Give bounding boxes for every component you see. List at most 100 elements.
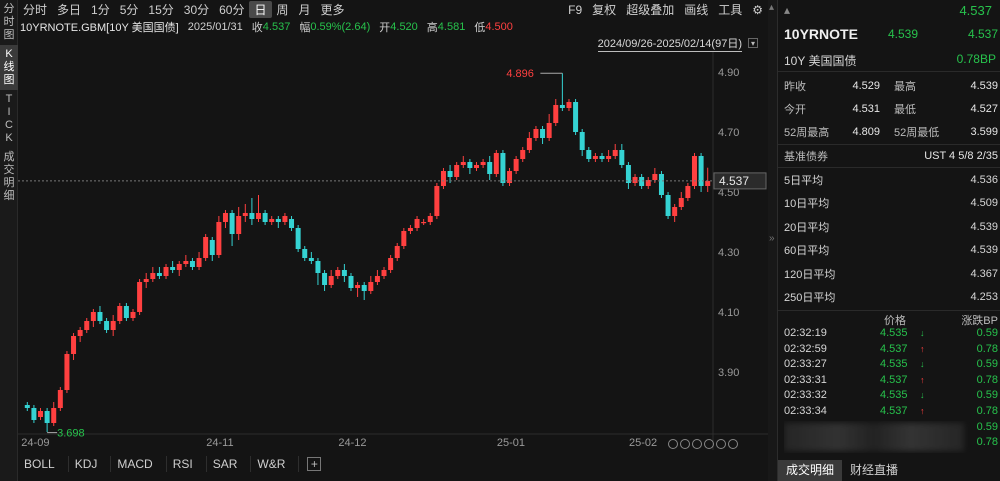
candle-body[interactable] bbox=[289, 219, 295, 228]
zoom-control-icon[interactable] bbox=[704, 439, 714, 449]
candle-body[interactable] bbox=[658, 174, 664, 195]
candle-body[interactable] bbox=[619, 150, 625, 165]
candle-body[interactable] bbox=[672, 207, 678, 216]
candle-body[interactable] bbox=[467, 162, 473, 168]
candle-body[interactable] bbox=[163, 267, 169, 276]
period-tab-4[interactable]: 15分 bbox=[143, 1, 178, 18]
candle-body[interactable] bbox=[526, 138, 532, 150]
zoom-control-icon[interactable] bbox=[716, 439, 726, 449]
candle-body[interactable] bbox=[632, 177, 638, 183]
candle-body[interactable] bbox=[414, 219, 420, 228]
candle-body[interactable] bbox=[249, 213, 255, 219]
candle-body[interactable] bbox=[612, 150, 618, 156]
candle-body[interactable] bbox=[90, 312, 96, 321]
candle-body[interactable] bbox=[705, 180, 711, 186]
candle-body[interactable] bbox=[546, 123, 552, 138]
candle-body[interactable] bbox=[308, 258, 314, 261]
candle-body[interactable] bbox=[222, 213, 228, 222]
tick-row[interactable]: 02:33:32 4.535 ↓ 0.59 bbox=[784, 388, 998, 404]
candle-body[interactable] bbox=[639, 177, 645, 186]
tick-row[interactable]: 02:33:31 4.537 ↑ 0.78 bbox=[784, 373, 998, 389]
candle-body[interactable] bbox=[143, 279, 149, 282]
candle-body[interactable] bbox=[652, 174, 658, 180]
indicator-tab-0[interactable]: BOLL bbox=[18, 456, 69, 472]
period-tab-0[interactable]: 分时 bbox=[18, 1, 52, 18]
zoom-control-icon[interactable] bbox=[680, 439, 690, 449]
candle-body[interactable] bbox=[480, 162, 486, 165]
candle-body[interactable] bbox=[282, 216, 288, 222]
rail-tab-1[interactable]: K线图 bbox=[0, 45, 18, 90]
candle-body[interactable] bbox=[566, 102, 572, 108]
tick-row[interactable]: 02:32:19 4.535 ↓ 0.59 bbox=[784, 326, 998, 342]
candle-body[interactable] bbox=[454, 165, 460, 177]
collapse-arrow-icon[interactable]: » bbox=[769, 233, 775, 244]
candle-body[interactable] bbox=[388, 258, 394, 270]
zoom-control-icon[interactable] bbox=[668, 439, 678, 449]
candle-body[interactable] bbox=[513, 159, 519, 171]
rail-tab-2[interactable]: TICK bbox=[0, 90, 18, 148]
candle-body[interactable] bbox=[295, 228, 301, 249]
candle-body[interactable] bbox=[84, 321, 90, 330]
indicator-tab-3[interactable]: RSI bbox=[167, 456, 207, 472]
tool-button-4[interactable]: 工具 bbox=[713, 1, 747, 18]
candle-body[interactable] bbox=[540, 129, 546, 138]
period-tab-1[interactable]: 多日 bbox=[52, 1, 86, 18]
candle-body[interactable] bbox=[401, 231, 407, 246]
candle-body[interactable] bbox=[573, 102, 579, 132]
candle-body[interactable] bbox=[665, 195, 671, 216]
candle-body[interactable] bbox=[381, 270, 387, 276]
candle-body[interactable] bbox=[57, 390, 63, 408]
gear-icon[interactable]: ⚙ bbox=[747, 3, 768, 17]
panel-collapse-strip[interactable]: ▴ » bbox=[768, 0, 777, 481]
candle-body[interactable] bbox=[315, 261, 321, 273]
candle-body[interactable] bbox=[460, 162, 466, 165]
candle-body[interactable] bbox=[440, 171, 446, 186]
candle-body[interactable] bbox=[341, 270, 347, 276]
candle-body[interactable] bbox=[44, 411, 50, 423]
candle-body[interactable] bbox=[322, 273, 328, 285]
candle-body[interactable] bbox=[64, 354, 70, 390]
candle-body[interactable] bbox=[592, 156, 598, 159]
candle-body[interactable] bbox=[678, 198, 684, 207]
candle-body[interactable] bbox=[685, 186, 691, 198]
candle-body[interactable] bbox=[242, 213, 248, 216]
rail-tab-0[interactable]: 分时图 bbox=[0, 0, 18, 45]
collapse-up-icon[interactable]: ▴ bbox=[769, 2, 774, 13]
panel-menu-icon[interactable]: ▴ bbox=[784, 3, 790, 17]
candle-body[interactable] bbox=[130, 312, 136, 318]
candle-body[interactable] bbox=[97, 312, 103, 321]
candle-body[interactable] bbox=[183, 261, 189, 264]
candle-body[interactable] bbox=[520, 150, 526, 159]
indicator-tab-5[interactable]: W&R bbox=[251, 456, 300, 472]
candle-body[interactable] bbox=[586, 150, 592, 159]
candle-body[interactable] bbox=[427, 216, 433, 222]
candle-body[interactable] bbox=[394, 246, 400, 258]
candle-body[interactable] bbox=[533, 129, 539, 138]
candle-body[interactable] bbox=[407, 228, 413, 231]
candle-body[interactable] bbox=[176, 264, 182, 270]
panel-tab-1[interactable]: 财经直播 bbox=[842, 460, 906, 481]
candle-body[interactable] bbox=[473, 165, 479, 168]
tick-row[interactable]: 02:33:27 4.535 ↓ 0.59 bbox=[784, 357, 998, 373]
candle-body[interactable] bbox=[625, 165, 631, 183]
candle-body[interactable] bbox=[24, 405, 30, 408]
period-tab-3[interactable]: 5分 bbox=[115, 1, 144, 18]
candle-body[interactable] bbox=[209, 240, 215, 255]
candle-body[interactable] bbox=[123, 306, 129, 318]
candle-body[interactable] bbox=[38, 411, 44, 417]
candle-body[interactable] bbox=[335, 270, 341, 276]
candle-body[interactable] bbox=[361, 285, 367, 291]
tick-row[interactable]: 02:32:59 4.537 ↑ 0.78 bbox=[784, 342, 998, 358]
candle-body[interactable] bbox=[31, 408, 37, 420]
candle-body[interactable] bbox=[229, 213, 235, 234]
candle-body[interactable] bbox=[150, 273, 156, 279]
candle-body[interactable] bbox=[691, 156, 697, 186]
period-tab-7[interactable]: 日 bbox=[249, 1, 272, 18]
candlestick-chart[interactable]: 4.904.704.504.304.103.9024-09 24-11 24-12 2… bbox=[18, 52, 768, 450]
indicator-tab-2[interactable]: MACD bbox=[111, 456, 167, 472]
period-tab-10[interactable]: 更多 bbox=[316, 1, 350, 18]
period-tab-6[interactable]: 60分 bbox=[214, 1, 249, 18]
candle-body[interactable] bbox=[368, 282, 374, 291]
candle-body[interactable] bbox=[275, 219, 281, 222]
candle-body[interactable] bbox=[328, 276, 334, 285]
